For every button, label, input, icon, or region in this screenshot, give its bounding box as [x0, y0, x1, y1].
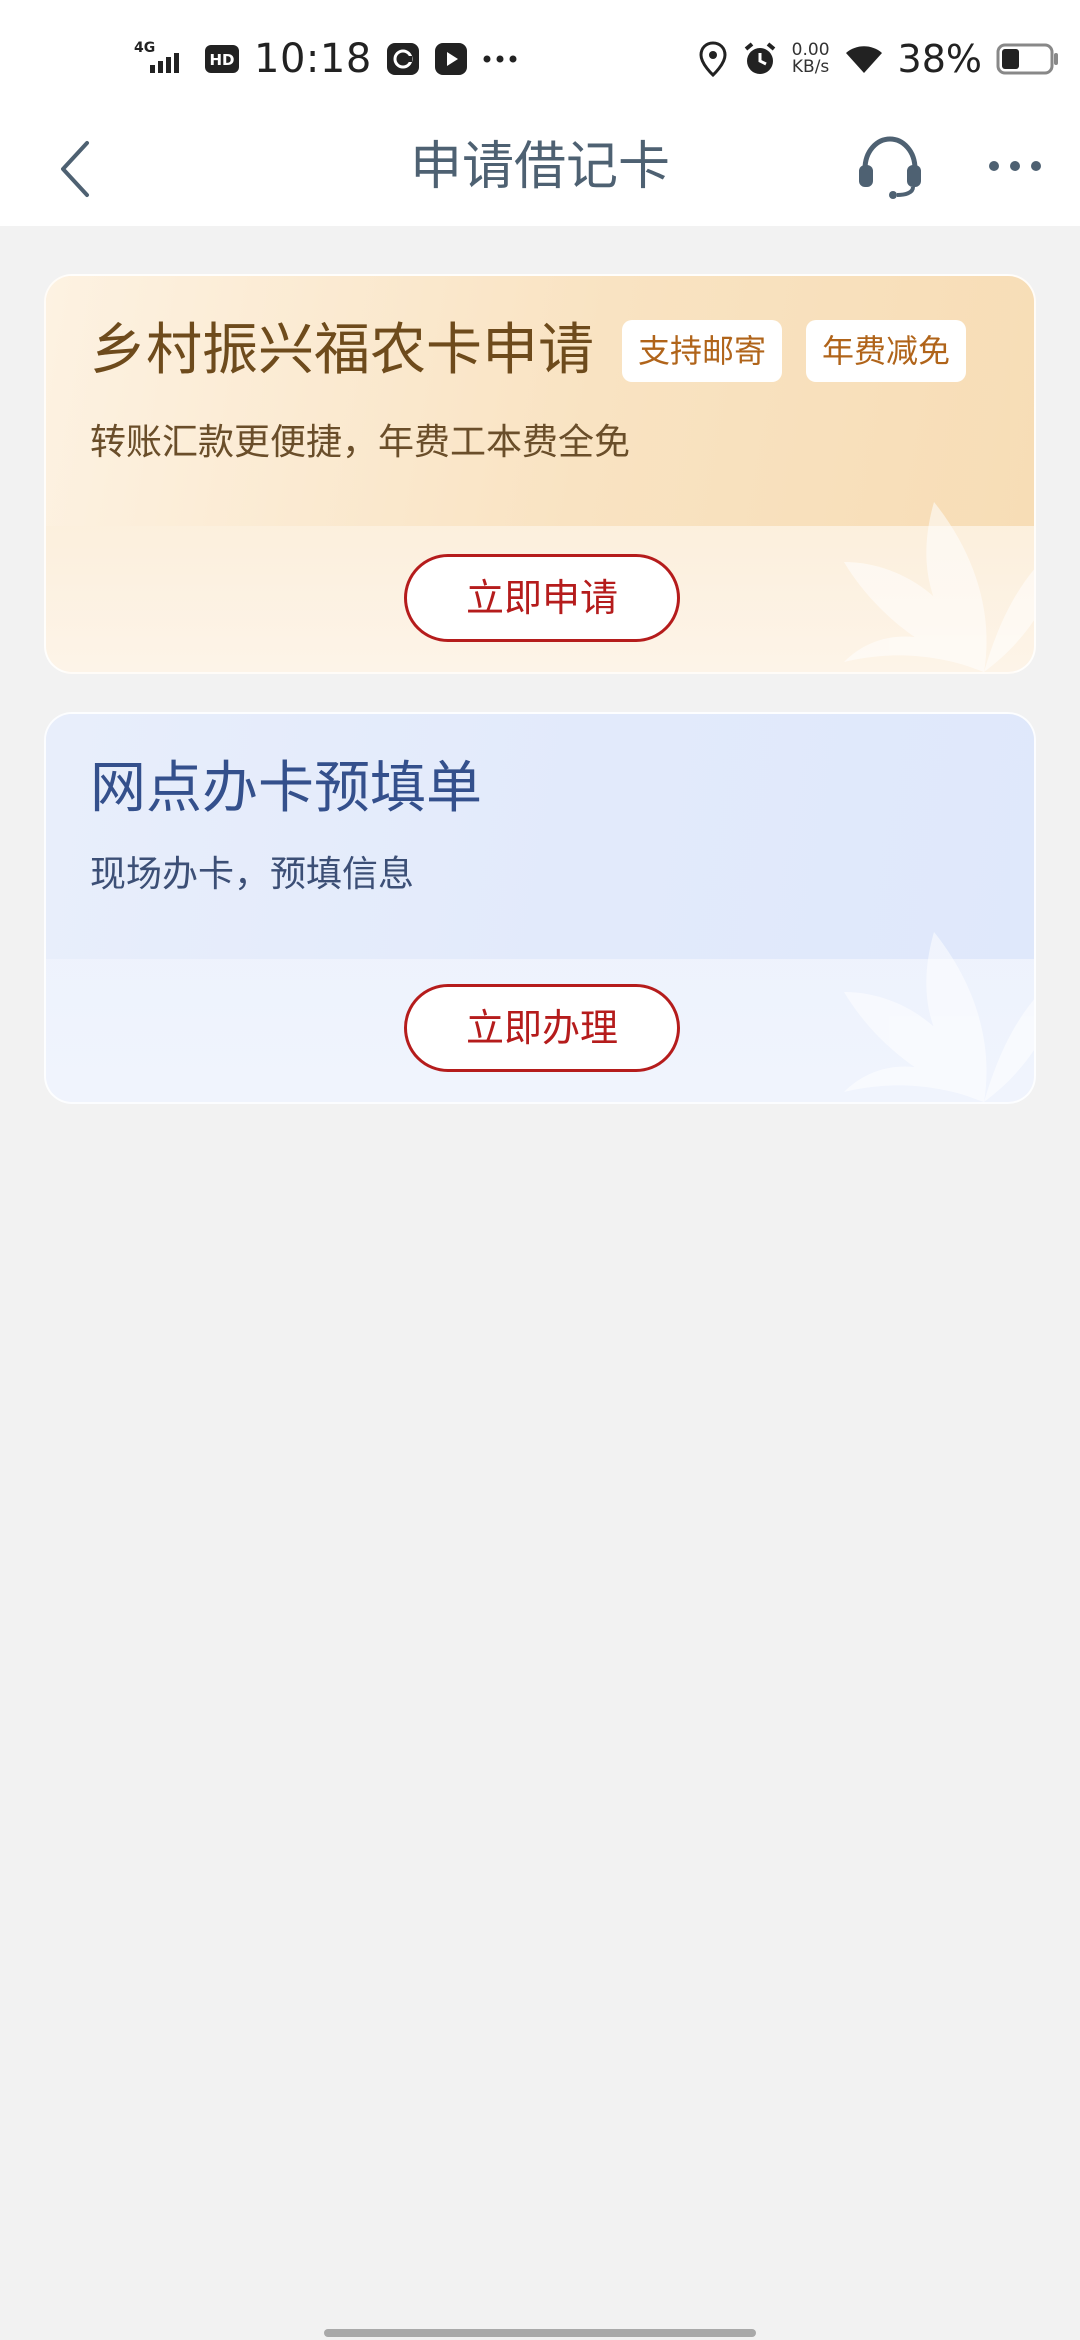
- page: 4G HD 10:18 0.00 KB/s 38% 申请借记卡 乡村振兴福农卡申…: [0, 0, 1080, 2340]
- nav-header: 申请借记卡: [0, 112, 1080, 226]
- battery-percent: 38%: [897, 37, 982, 81]
- hd-label: HD: [209, 51, 234, 69]
- process-now-button[interactable]: 立即办理: [404, 984, 680, 1072]
- clock: 10:18: [254, 36, 372, 82]
- card-subtitle: 转账汇款更便捷，年费工本费全免: [90, 422, 631, 463]
- card-branch-prefill: 网点办卡预填单 现场办卡，预填信息 立即办理: [44, 712, 1036, 1104]
- app-notification-icon: [386, 42, 420, 76]
- tag-fee-waiver: 年费减免: [806, 320, 967, 382]
- card-subtitle: 现场办卡，预填信息: [90, 854, 415, 895]
- leaf-decoration-icon: [844, 932, 1034, 1102]
- alarm-icon: [742, 41, 778, 77]
- battery-icon: [996, 42, 1060, 76]
- more-notifications-icon: [482, 53, 518, 65]
- card-rural-revitalization: 乡村振兴福农卡申请 支持邮寄 年费减免 转账汇款更便捷，年费工本费全免 立即申请: [44, 274, 1036, 674]
- tag-mail-support: 支持邮寄: [622, 320, 783, 382]
- leaf-decoration-icon: [844, 502, 1034, 672]
- home-indicator[interactable]: [324, 2329, 756, 2337]
- status-bar: 4G HD 10:18 0.00 KB/s 38%: [0, 0, 1080, 112]
- wifi-icon: [844, 43, 884, 75]
- headset-icon: [859, 136, 921, 199]
- status-right: 0.00 KB/s 38%: [698, 34, 1060, 84]
- apply-now-button[interactable]: 立即申请: [404, 554, 680, 642]
- more-dots-icon: [989, 161, 1041, 171]
- status-left: 4G HD 10:18: [134, 34, 518, 84]
- card-title: 乡村振兴福农卡申请: [90, 318, 594, 383]
- network-speed-unit: KB/s: [791, 57, 830, 77]
- hd-badge-icon: HD: [204, 43, 240, 75]
- customer-service-button[interactable]: [850, 126, 930, 206]
- video-app-icon: [434, 42, 468, 76]
- more-button[interactable]: [980, 126, 1050, 206]
- network-speed: 0.00 KB/s: [792, 42, 830, 76]
- network-type-label: 4G: [134, 40, 155, 56]
- card-title: 网点办卡预填单: [90, 756, 482, 821]
- cellular-signal-icon: 4G: [134, 39, 190, 79]
- location-icon: [698, 41, 728, 77]
